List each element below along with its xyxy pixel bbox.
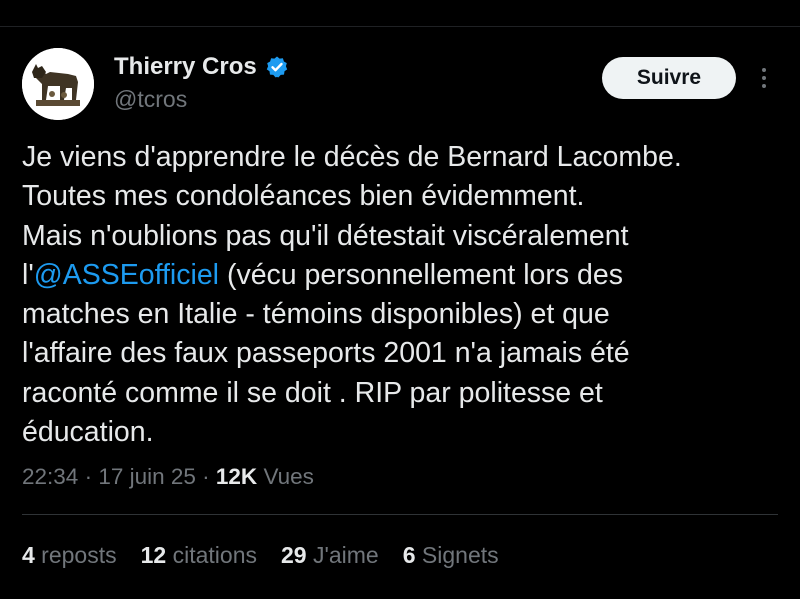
tweet-text: Je viens d'apprendre le décès de Bernard… [22,138,762,452]
reposts-count: 4 [22,542,35,568]
tweet-line: Toutes mes condoléances bien évidemment. [22,180,585,213]
meta-separator: · [195,464,216,489]
tweet-line: raconté comme il se doit . RIP par polit… [22,376,603,409]
tweet-date[interactable]: 17 juin 25 [98,464,196,489]
wolf-statue-avatar-icon [22,48,94,120]
top-divider [0,26,800,27]
bookmarks-stat[interactable]: 6 Signets [403,540,499,570]
tweet-line: l'affaire des faux passeports 2001 n'a j… [22,337,630,370]
tweet-line-with-mention: l'@ASSEofficiel (vécu personnellement lo… [22,256,762,295]
dot [762,76,766,80]
dot [762,68,766,72]
tweet-meta: 22:34 · 17 juin 25 · 12K Vues [22,462,314,492]
dot [762,84,766,88]
quotes-label: citations [166,542,257,568]
reposts-stat[interactable]: 4 reposts [22,540,117,570]
likes-count: 29 [280,542,307,568]
likes-stat[interactable]: 29 J'aime [281,540,379,570]
tweet-line: matches en Italie - témoins disponibles)… [22,298,610,331]
views-label: Vues [257,464,314,489]
verified-badge-icon [266,56,287,78]
author-display-name[interactable]: Thierry Cros [114,52,257,82]
tweet-time[interactable]: 22:34 [22,464,78,489]
quotes-count: 12 [140,542,167,568]
tweet-line-suffix: (vécu personnellement lors des [219,258,623,291]
follow-button[interactable]: Suivre [602,57,736,99]
more-options-icon[interactable] [752,62,776,94]
avatar[interactable] [22,48,94,120]
tweet-line: Je viens d'apprendre le décès de Bernard… [22,141,682,173]
bookmarks-label: Signets [415,542,499,568]
reposts-label: reposts [34,542,117,568]
views-count: 12K [215,464,258,489]
tweet-line: éducation. [22,416,154,449]
mention-link[interactable]: @ASSEofficiel [34,259,219,291]
tweet-line-prefix: l' [22,258,34,291]
engagement-stats: 4 reposts 12 citations 29 J'aime 6 Signe… [22,540,523,570]
likes-label: J'aime [306,542,379,568]
stats-divider [22,514,778,515]
author-name-row[interactable]: Thierry Cros [114,52,289,82]
tweet-line: Mais n'oublions pas qu'il détestait visc… [22,219,629,252]
meta-separator: · [78,464,99,489]
bookmarks-count: 6 [402,542,416,568]
author-handle[interactable]: @tcros [114,85,187,113]
quotes-stat[interactable]: 12 citations [141,540,257,570]
